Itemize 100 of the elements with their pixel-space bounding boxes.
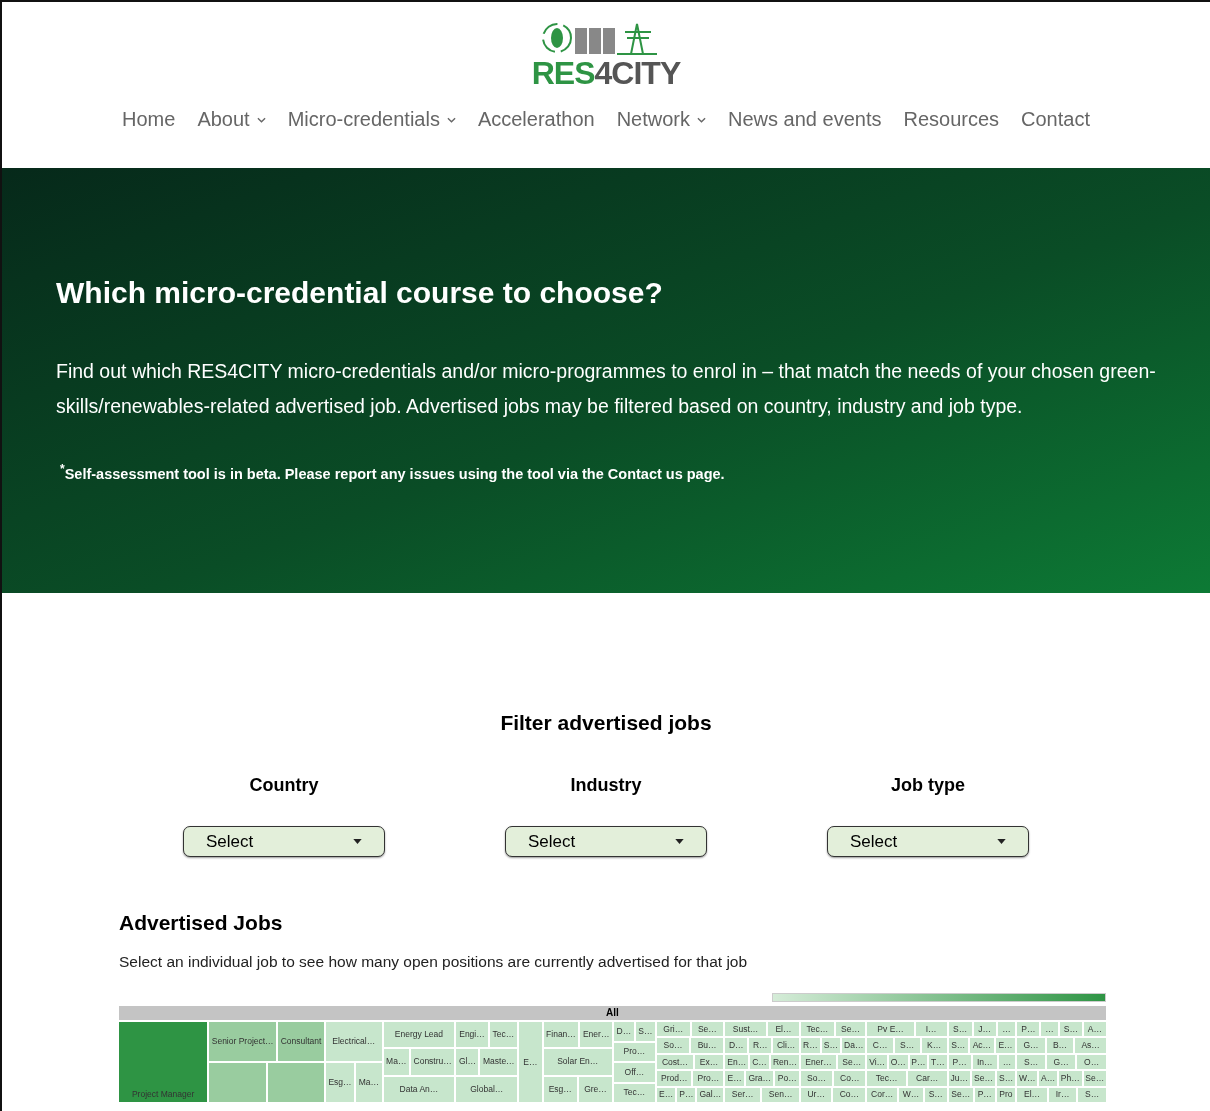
treemap-tile[interactable]: … [1041, 1022, 1058, 1037]
treemap-tile[interactable]: D… [613, 1022, 634, 1041]
treemap-tile[interactable]: Cor… [867, 1087, 897, 1102]
treemap-tile[interactable]: P… [948, 1054, 971, 1070]
treemap-tile[interactable]: E… [519, 1022, 542, 1102]
nav-link[interactable]: About [197, 108, 266, 131]
select-dropdown[interactable]: Select [827, 826, 1029, 857]
treemap-tile[interactable]: Se… [691, 1022, 724, 1037]
treemap-tile[interactable]: E… [656, 1087, 676, 1102]
treemap-tile[interactable]: Consultant [278, 1022, 324, 1061]
treemap-tile[interactable]: Se… [972, 1071, 996, 1086]
treemap-tile[interactable]: Po… [775, 1071, 800, 1086]
treemap-tile[interactable]: Se… [1083, 1071, 1106, 1086]
nav-link[interactable]: Home [122, 108, 176, 131]
treemap-tile[interactable]: Maste… [480, 1049, 518, 1075]
treemap-tile[interactable]: Ex… [694, 1054, 724, 1070]
treemap-tile[interactable]: Engi… [456, 1022, 488, 1048]
treemap-tile[interactable]: G… [1017, 1038, 1045, 1053]
treemap-tile[interactable]: Sen… [762, 1087, 800, 1102]
treemap-tile[interactable]: P… [1017, 1022, 1040, 1037]
treemap-tile[interactable]: Gal… [697, 1087, 724, 1102]
treemap-tile[interactable]: C… [750, 1054, 769, 1070]
treemap-tile[interactable]: S… [894, 1038, 920, 1053]
treemap-tile[interactable]: Ma… [383, 1049, 409, 1075]
treemap-tile[interactable]: E… [725, 1071, 745, 1086]
treemap-root[interactable]: All [119, 1006, 1106, 1020]
treemap-tile[interactable]: Data An… [383, 1076, 455, 1102]
treemap-tile[interactable]: En… [725, 1054, 749, 1070]
treemap-tile[interactable]: Energy Lead [383, 1022, 455, 1048]
treemap-tile[interactable]: Pro [996, 1087, 1016, 1102]
nav-link[interactable]: Resources [903, 108, 1000, 131]
treemap-tile[interactable]: Ju… [948, 1071, 971, 1086]
nav-link[interactable]: News and events [728, 108, 882, 131]
treemap-tile[interactable]: Gri… [656, 1022, 690, 1037]
treemap-tile[interactable]: Global… [456, 1076, 518, 1102]
treemap-tile[interactable]: Ac… [970, 1038, 994, 1053]
treemap-tile[interactable]: Gl… [456, 1049, 479, 1075]
treemap-tile[interactable]: El… [767, 1022, 800, 1037]
treemap-tile[interactable]: Ser… [725, 1087, 761, 1102]
select-dropdown[interactable]: Select [505, 826, 707, 857]
treemap-tile[interactable]: Tec… [489, 1022, 518, 1048]
treemap-tile[interactable]: Tec… [613, 1083, 655, 1102]
treemap-tile[interactable]: E… [995, 1038, 1016, 1053]
treemap-tile[interactable]: S… [821, 1038, 840, 1053]
treemap-tile[interactable]: Tec… [801, 1022, 834, 1037]
treemap-tile[interactable]: S… [997, 1071, 1016, 1086]
treemap-tile[interactable]: Solar En… [543, 1049, 612, 1075]
treemap-tile[interactable]: Off… [613, 1063, 655, 1082]
treemap-tile[interactable]: C… [867, 1038, 893, 1053]
treemap-tile[interactable]: Ener… [580, 1022, 612, 1048]
treemap-tile[interactable]: P… [909, 1054, 928, 1070]
treemap-tile[interactable]: D… [725, 1038, 748, 1053]
treemap-tile[interactable]: Finan… [543, 1022, 579, 1048]
treemap-tile[interactable]: Ren… [770, 1054, 800, 1070]
treemap-tile[interactable]: S… [948, 1022, 972, 1037]
treemap-tile[interactable]: Co… [834, 1071, 866, 1086]
treemap-tile[interactable]: W… [1017, 1071, 1038, 1086]
treemap-tile[interactable]: Ener… [801, 1054, 836, 1070]
treemap-tile[interactable]: I… [915, 1022, 947, 1037]
treemap-tile[interactable]: A… [1039, 1071, 1058, 1086]
treemap-tile[interactable]: Ph… [1059, 1071, 1082, 1086]
treemap-tile[interactable]: Constru… [410, 1049, 455, 1075]
treemap-tile[interactable]: As… [1075, 1038, 1106, 1053]
treemap-tile[interactable]: A… [1083, 1022, 1106, 1037]
treemap-tile[interactable]: Se… [835, 1022, 866, 1037]
treemap-tile[interactable]: P… [677, 1087, 696, 1102]
treemap-tile[interactable]: Se… [948, 1087, 973, 1102]
treemap-tile[interactable]: W… [899, 1087, 923, 1102]
treemap-tile[interactable]: G… [1046, 1054, 1076, 1070]
nav-link[interactable]: Accelerathon [477, 108, 595, 131]
treemap-tile[interactable]: Esg… [325, 1063, 355, 1102]
treemap-tile[interactable]: Car… [907, 1071, 947, 1086]
treemap-tile[interactable]: Se… [838, 1054, 866, 1070]
treemap-tile[interactable] [267, 1063, 324, 1102]
treemap-tile[interactable]: Esg… [543, 1076, 577, 1102]
treemap-tile[interactable]: S… [948, 1038, 968, 1053]
treemap-tile[interactable]: Da… [842, 1038, 866, 1053]
treemap-tile[interactable]: Electrical… [325, 1022, 382, 1061]
nav-link[interactable]: Contact [1021, 108, 1090, 131]
treemap-tile[interactable]: So… [801, 1071, 832, 1086]
treemap-tile[interactable]: Vi… [867, 1054, 887, 1070]
treemap-tile[interactable] [209, 1063, 266, 1102]
nav-link[interactable]: Micro-credentials [287, 108, 456, 131]
treemap-tile[interactable]: S… [635, 1022, 655, 1041]
treemap-tile[interactable]: Co… [833, 1087, 866, 1102]
select-dropdown[interactable]: Select [183, 826, 385, 857]
treemap-tile[interactable]: Pro… [613, 1042, 655, 1061]
treemap-tile[interactable]: Senior Project… [209, 1022, 277, 1061]
treemap-tile[interactable]: … [998, 1054, 1016, 1070]
treemap-tile[interactable]: In… [972, 1054, 997, 1070]
treemap-tile[interactable]: S… [924, 1087, 947, 1102]
treemap-tile[interactable]: P… [974, 1087, 995, 1102]
treemap-tile[interactable]: J… [973, 1022, 996, 1037]
treemap-tile[interactable]: O… [1077, 1054, 1106, 1070]
treemap-tile[interactable]: R… [749, 1038, 772, 1053]
treemap-tile[interactable]: B… [1046, 1038, 1074, 1053]
treemap-tile[interactable]: Bu… [691, 1038, 724, 1053]
treemap-tile[interactable]: Cost… [656, 1054, 693, 1070]
nav-link[interactable]: Network [616, 108, 706, 131]
treemap-tile[interactable]: O… [888, 1054, 908, 1070]
